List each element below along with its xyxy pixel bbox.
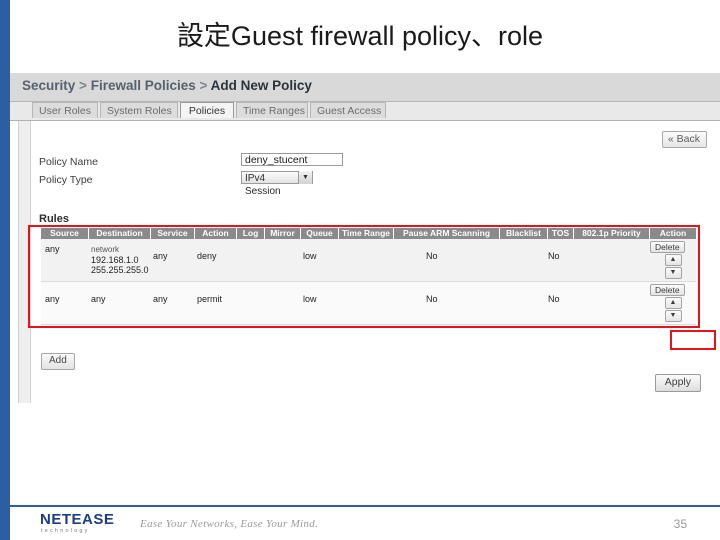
slide-accent-bar-left [0, 0, 10, 500]
rules-table: Source Destination Service Action Log Mi… [41, 228, 696, 325]
cell-tos: No [548, 294, 560, 304]
row-move-down-button[interactable]: ▼ [664, 310, 682, 322]
policy-type-value: IPv4 Session [245, 173, 281, 197]
cell-pause-arm: No [426, 294, 438, 304]
cell-queue: low [303, 251, 317, 261]
cell-tos: No [548, 251, 560, 261]
rules-table-header: Source Destination Service Action Log Mi… [41, 228, 696, 239]
col-802-1p-priority: 802.1p Priority [574, 228, 650, 239]
logo-subtitle: technology [41, 528, 90, 534]
cell-mirror [265, 282, 301, 324]
chevron-down-icon[interactable]: ▼ [298, 171, 312, 184]
tab-system-roles[interactable]: System Roles [100, 102, 178, 118]
col-mirror: Mirror [265, 228, 301, 239]
cell-mirror [265, 239, 301, 281]
page-number: 35 [673, 517, 687, 531]
breadcrumb-separator-1: > [79, 78, 87, 93]
cell-log [237, 239, 265, 281]
apply-button[interactable]: Apply [654, 374, 701, 392]
rules-section-label: Rules [39, 213, 69, 225]
logo-name: NETEASE [40, 511, 115, 528]
tab-policies[interactable]: Policies [180, 102, 234, 118]
cell-service: any [153, 294, 168, 304]
cell-action: deny [197, 251, 217, 261]
breadcrumb-bar: Security > Firewall Policies > Add New P… [10, 73, 720, 102]
cell-row-actions: Delete ▲ ▼ [650, 239, 696, 281]
cell-source: any [45, 244, 60, 254]
col-source: Source [41, 228, 89, 239]
cell-destination: any [91, 294, 106, 304]
table-row[interactable]: any any any permit low No No Delete ▲ ▼ [41, 282, 696, 325]
cell-pause-arm: No [426, 251, 438, 261]
cell-source: any [45, 294, 60, 304]
row-move-up-button[interactable]: ▲ [664, 254, 682, 266]
col-tos: TOS [548, 228, 574, 239]
tab-time-ranges[interactable]: Time Ranges [236, 102, 308, 118]
tab-guest-access[interactable]: Guest Access [310, 102, 386, 118]
policy-panel: « Back Policy Name deny_stucent Policy T… [18, 121, 719, 403]
col-destination: Destination [89, 228, 151, 239]
col-row-action: Action [659, 228, 687, 238]
cell-destination-mask: 255.255.255.0 [91, 265, 149, 275]
application-screenshot: Security > Firewall Policies > Add New P… [10, 73, 720, 403]
col-time-range: Time Range [339, 228, 394, 239]
breadcrumb-current: Add New Policy [210, 78, 312, 93]
footer-divider [10, 505, 720, 507]
policy-name-label: Policy Name [39, 156, 98, 168]
breadcrumb: Security > Firewall Policies > Add New P… [22, 78, 312, 93]
row-delete-button[interactable]: Delete [650, 241, 685, 253]
cell-blacklist [500, 239, 548, 281]
page-title: 設定Guest firewall policy、role [176, 21, 544, 51]
brand-logo: NETEASE technology [40, 512, 114, 535]
cell-time-range [339, 282, 394, 324]
cell-priority [574, 239, 650, 281]
tab-strip: User Roles System Roles Policies Time Ra… [10, 102, 720, 121]
col-service: Service [151, 228, 195, 239]
cell-action: permit [197, 294, 223, 304]
cell-destination-label: network [91, 245, 120, 254]
cell-time-range [339, 239, 394, 281]
cell-blacklist [500, 282, 548, 324]
cell-queue: low [303, 294, 317, 304]
cell-priority [574, 282, 650, 324]
cell-row-actions: Delete ▲ ▼ [650, 282, 696, 324]
col-blacklist: Blacklist [500, 228, 548, 239]
add-rule-button[interactable]: Add [41, 353, 75, 370]
cell-destination-ip: 192.168.1.0 [91, 255, 139, 265]
panel-side-column [19, 121, 31, 403]
table-row[interactable]: any network 192.168.1.0 255.255.255.0 an… [41, 239, 696, 282]
tab-user-roles[interactable]: User Roles [32, 102, 98, 118]
breadcrumb-level2[interactable]: Firewall Policies [91, 78, 196, 93]
policy-type-select[interactable]: IPv4 Session ▼ [241, 171, 313, 197]
breadcrumb-root[interactable]: Security [22, 78, 75, 93]
row-move-up-button[interactable]: ▲ [664, 297, 682, 309]
col-queue: Queue [301, 228, 339, 239]
row-move-down-button[interactable]: ▼ [664, 267, 682, 279]
policy-type-label: Policy Type [39, 174, 93, 186]
slide-accent-bar-left-lower [0, 500, 10, 540]
cell-destination: network 192.168.1.0 255.255.255.0 [89, 239, 151, 281]
breadcrumb-separator-2: > [199, 78, 208, 93]
footer-tagline: Ease Your Networks, Ease Your Mind. [140, 518, 319, 530]
cell-service: any [153, 251, 168, 261]
row-delete-button[interactable]: Delete [650, 284, 685, 296]
cell-log [237, 282, 265, 324]
back-button[interactable]: « Back [661, 131, 707, 148]
col-action: Action [195, 228, 237, 239]
policy-name-input[interactable]: deny_stucent [241, 153, 343, 166]
col-pause-arm-scanning: Pause ARM Scanning [394, 228, 500, 239]
col-log: Log [237, 228, 265, 239]
